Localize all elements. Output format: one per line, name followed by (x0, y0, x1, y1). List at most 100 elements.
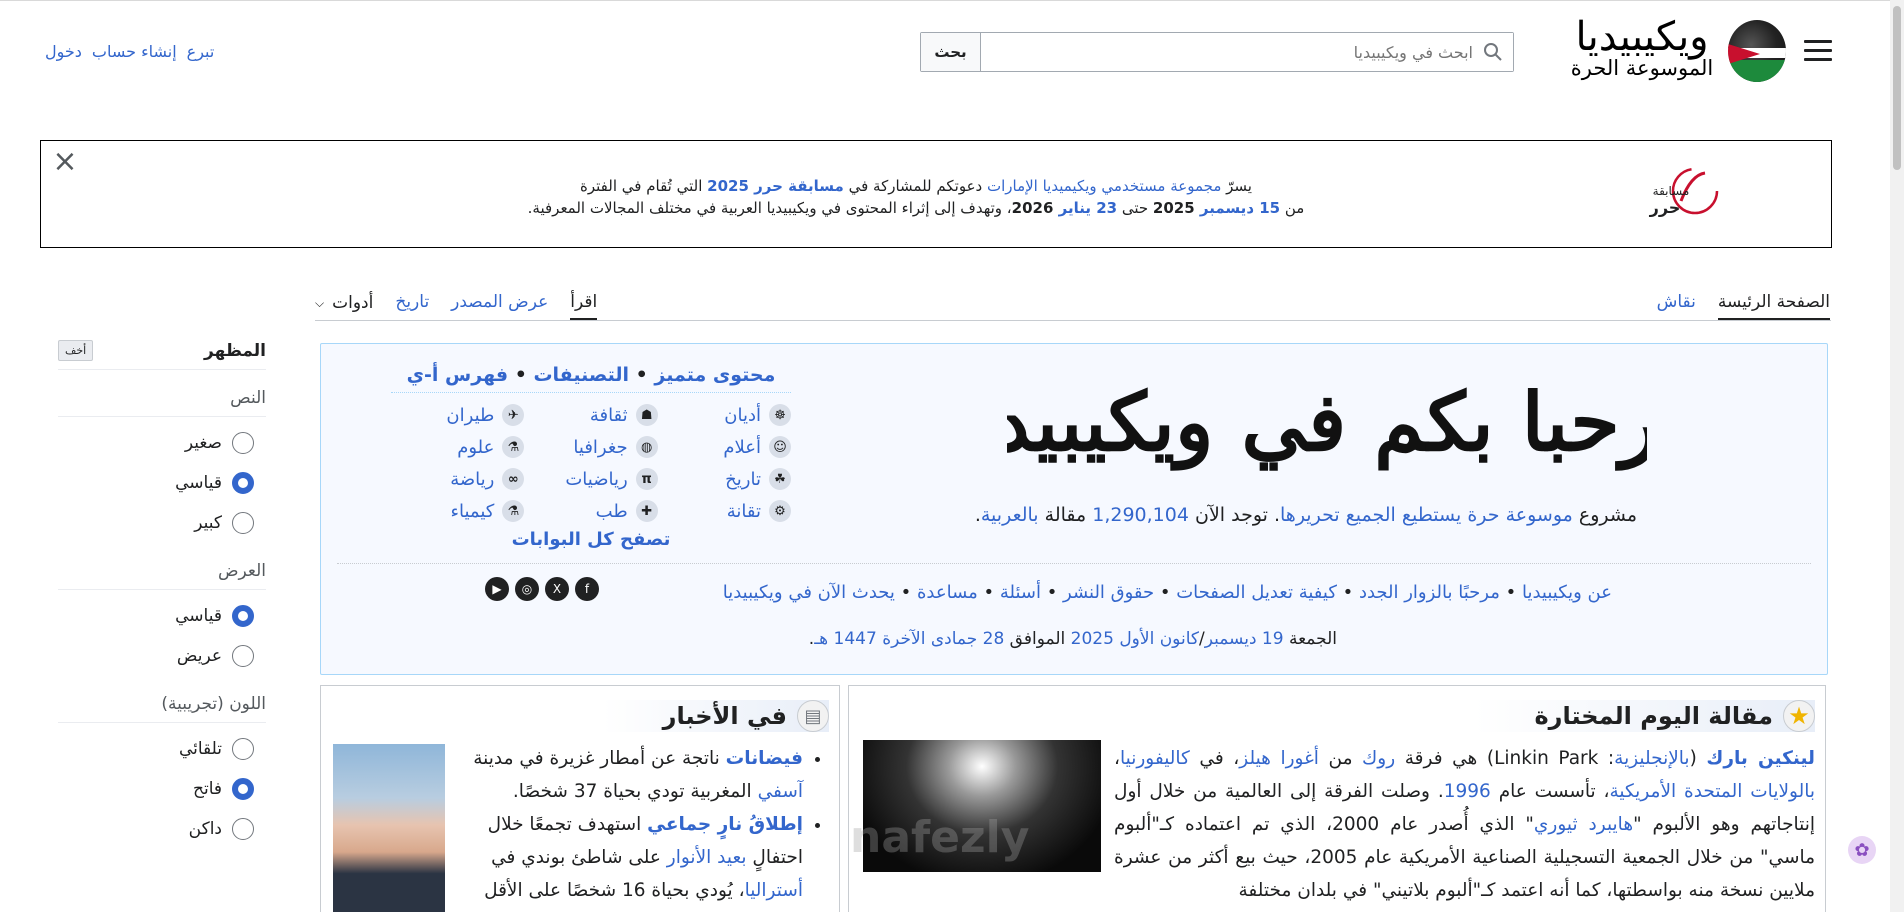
date-link[interactable]: 28 جمادى الآخرة 1447 هـ (814, 629, 1004, 649)
portal-top-link[interactable]: فهرس أ-ي (407, 364, 508, 386)
portal-item[interactable]: ☺ أعلام (658, 433, 791, 461)
appearance-option[interactable]: قياسي (58, 463, 266, 503)
intro-link[interactable]: حرة (1467, 504, 1499, 526)
user-link-3[interactable]: دخول (45, 42, 82, 61)
help-link[interactable]: أسئلة (1000, 582, 1041, 603)
intro-link[interactable]: يستطيع الجميع تحريرها (1280, 504, 1461, 526)
help-link[interactable]: حقوق النشر (1063, 582, 1154, 603)
appearance-option[interactable]: عريض (58, 636, 266, 676)
facebook-icon[interactable]: f (575, 577, 599, 601)
banner-link[interactable]: 23 يناير (1059, 199, 1117, 217)
intro-link[interactable]: موسوعة (1506, 504, 1573, 526)
appearance-option[interactable]: تلقائي (58, 729, 266, 769)
help-link[interactable]: مساعدة (917, 582, 978, 603)
portal-item[interactable]: ✚ طب (524, 497, 658, 525)
featured-link[interactable]: 1996 (1444, 781, 1491, 802)
help-link[interactable]: عن ويكيبيديا (1522, 582, 1612, 603)
portal-item[interactable]: π رياضيات (524, 465, 658, 493)
radio-button[interactable] (232, 432, 254, 454)
portal-item[interactable]: ⚗ كيمياء (391, 497, 525, 525)
radio-button[interactable] (232, 472, 254, 494)
user-link-2[interactable]: إنشاء حساب (92, 42, 177, 61)
view-tab-1[interactable]: اقرأ (570, 292, 598, 320)
banner-link[interactable]: مجموعة مستخدمي ويكيميديا الإمارات (987, 177, 1221, 195)
x-icon[interactable]: X (545, 577, 569, 601)
portal-link[interactable]: علوم (457, 437, 494, 458)
featured-link[interactable]: بالإنجليزية (1614, 748, 1689, 769)
user-link-1[interactable]: تبرع (187, 42, 215, 61)
portal-item[interactable]: ✈ طيران (391, 401, 525, 429)
portal-link[interactable]: تقانة (727, 501, 761, 522)
date-link[interactable]: 19 ديسمبر (1205, 629, 1284, 649)
portal-link[interactable]: رياضيات (565, 469, 627, 490)
featured-link[interactable]: بالولايات المتحدة الأمريكية (1609, 781, 1815, 802)
news-link[interactable]: فيضانات (726, 748, 803, 769)
help-link[interactable]: يحدث الآن في ويكيبيديا (723, 582, 895, 603)
page-tab-1[interactable]: الصفحة الرئيسة (1717, 292, 1830, 320)
news-link[interactable]: أستراليا (745, 880, 803, 901)
instagram-icon[interactable]: ◎ (515, 577, 539, 601)
featured-link[interactable]: هايبرد ثيوري (1534, 814, 1633, 835)
view-tab-3[interactable]: تاريخ (395, 292, 429, 320)
portal-top-link[interactable]: التصنيفات (533, 364, 629, 386)
radio-button[interactable] (232, 778, 254, 800)
wordmark[interactable]: ويكيبيديا الموسوعة الحرة (1562, 14, 1722, 80)
portal-item[interactable]: ⚗ علوم (391, 433, 525, 461)
main-menu-icon[interactable] (1804, 40, 1832, 62)
radio-button[interactable] (232, 645, 254, 667)
appearance-option[interactable]: داكن (58, 809, 266, 849)
portal-item[interactable]: ⚙ تقانة (658, 497, 791, 525)
featured-link[interactable]: لينكين بارك (1706, 748, 1815, 769)
news-link[interactable]: آسفي (758, 781, 803, 802)
portal-link[interactable]: أديان (724, 405, 761, 426)
portal-link[interactable]: رياضة (450, 469, 494, 490)
featured-link[interactable]: أغورا هيلز (1239, 748, 1319, 769)
portal-item[interactable]: ☗ ثقافة (524, 401, 658, 429)
browse-all-portals-link[interactable]: تصفح كل البوابات (512, 529, 671, 550)
featured-link[interactable]: روك (1362, 748, 1395, 769)
tools-menu[interactable]: أدوات ⌵ (315, 292, 373, 320)
help-link[interactable]: كيفية تعديل الصفحات (1176, 582, 1337, 603)
view-tab-2[interactable]: عرض المصدر (451, 292, 548, 320)
news-link[interactable]: بعيد الأنوار (667, 847, 747, 868)
banner-link[interactable]: مسابقة حرر 2025 (707, 177, 844, 195)
intro-link[interactable]: 1,290,104 (1092, 504, 1189, 526)
hide-appearance-button[interactable]: أخف (58, 340, 94, 361)
youtube-icon[interactable]: ▶ (485, 577, 509, 601)
radio-button[interactable] (232, 512, 254, 534)
news-link[interactable]: إطلاقُ نارٍ جماعي (647, 814, 803, 835)
radio-button[interactable] (232, 738, 254, 760)
appearance-option[interactable]: قياسي (58, 596, 266, 636)
intro-link[interactable]: بالعربية (981, 504, 1039, 526)
portal-link[interactable]: طيران (446, 405, 494, 426)
close-icon[interactable]: × (51, 147, 79, 177)
featured-link[interactable]: كاليفورنيا (1120, 748, 1190, 769)
portal-link[interactable]: جغرافيا (573, 437, 627, 458)
appearance-option[interactable]: صغير (58, 423, 266, 463)
page-scrollbar[interactable] (1890, 0, 1904, 912)
search-input[interactable] (981, 33, 1513, 71)
appearance-option[interactable]: فاتح (58, 769, 266, 809)
portal-link[interactable]: كيمياء (451, 501, 495, 522)
portal-top-link[interactable]: محتوى متميز (654, 364, 775, 386)
radio-button[interactable] (232, 605, 254, 627)
portal-link[interactable]: أعلام (723, 437, 761, 458)
appearance-option[interactable]: كبير (58, 503, 266, 543)
portal-link[interactable]: طب (596, 501, 628, 522)
banner-link[interactable]: 15 ديسمبر (1200, 199, 1280, 217)
news-image[interactable] (333, 744, 445, 912)
date-link[interactable]: 2025 (1071, 629, 1114, 649)
portal-link[interactable]: تاريخ (725, 469, 761, 490)
portal-item[interactable]: ☸ أديان (658, 401, 791, 429)
wikipedia-globe-logo[interactable] (1728, 20, 1786, 82)
brain-extension-icon[interactable]: ✿ (1848, 836, 1876, 864)
portal-link[interactable]: ثقافة (590, 405, 628, 426)
search-button[interactable]: بحث (921, 33, 981, 71)
portal-item[interactable]: ☘ تاريخ (658, 465, 791, 493)
portal-item[interactable]: ◍ جغرافيا (524, 433, 658, 461)
date-link[interactable]: كانون الأول (1119, 629, 1199, 649)
help-link[interactable]: مرحبًا بالزوار الجدد (1359, 582, 1500, 603)
radio-button[interactable] (232, 818, 254, 840)
portal-item[interactable]: ∞ رياضة (391, 465, 525, 493)
page-tab-2[interactable]: نقاش (1657, 292, 1696, 320)
